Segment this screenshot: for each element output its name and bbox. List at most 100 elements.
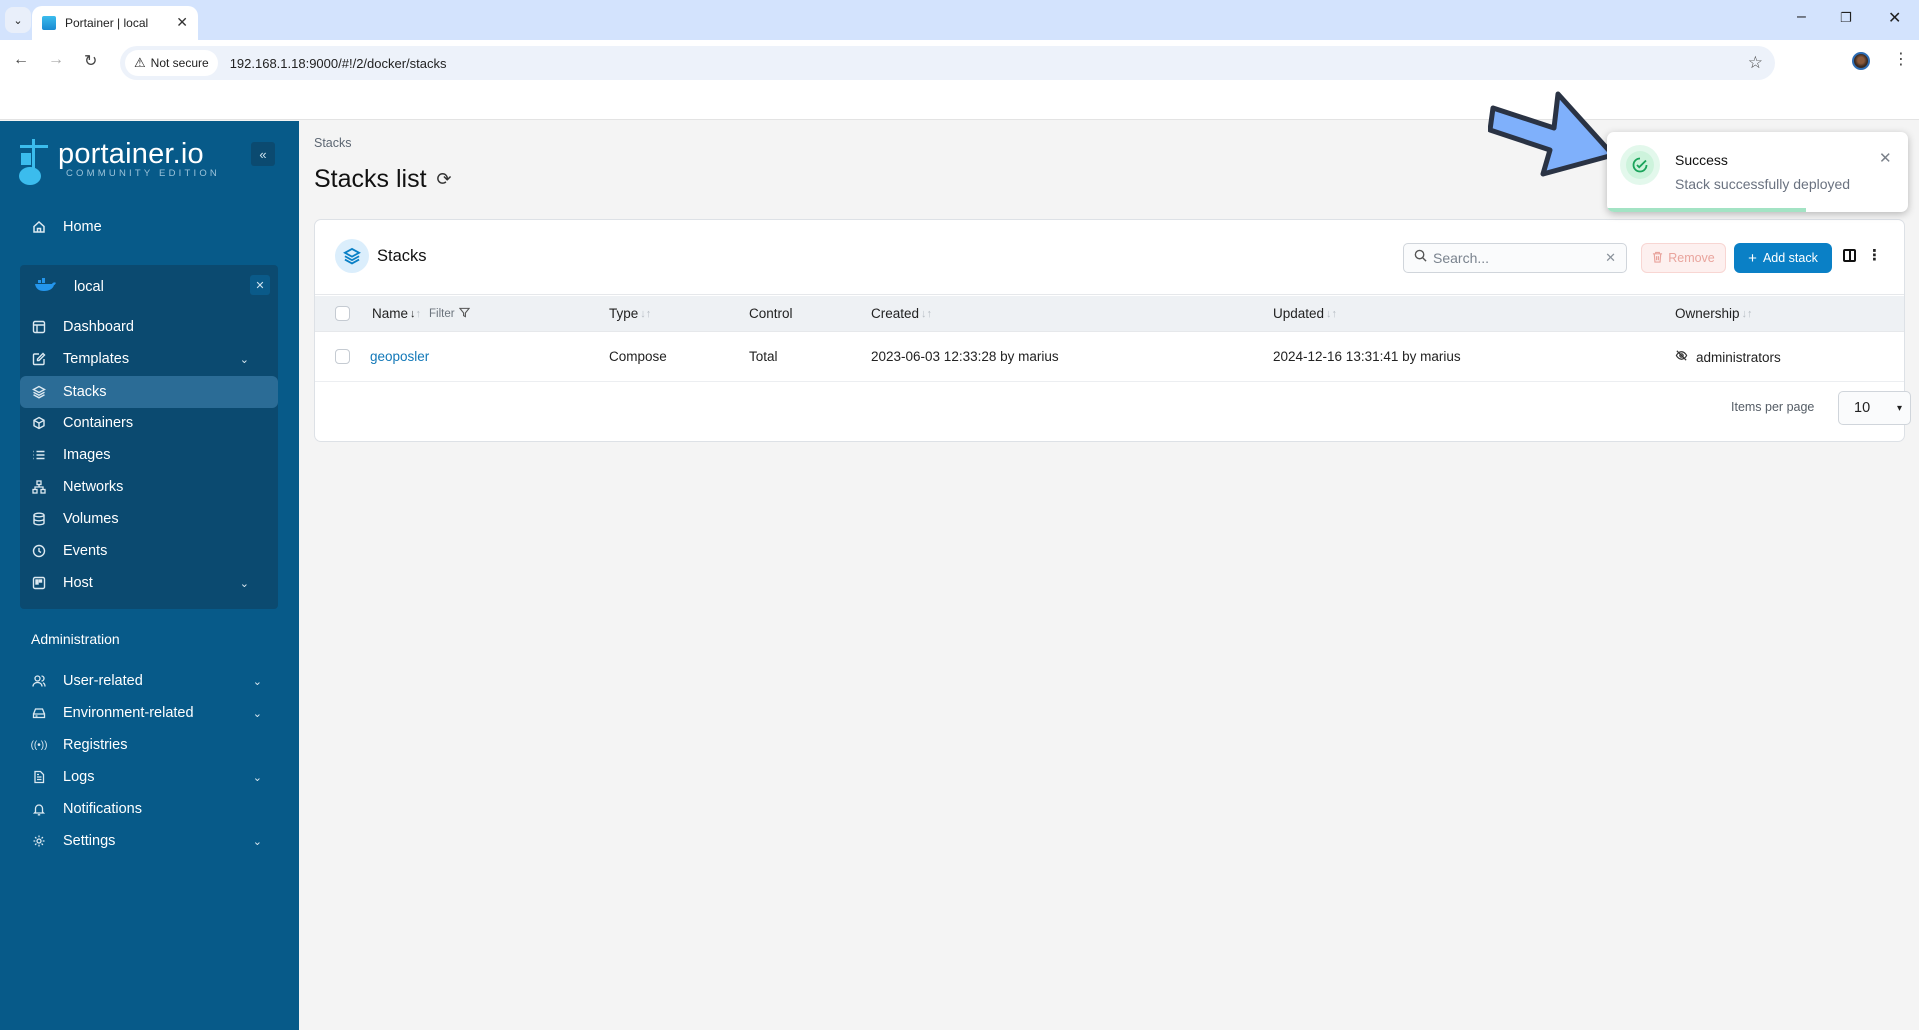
main-content: Stacks Stacks list ⟳ Stacks ✕ Remove + A… [299, 121, 1919, 1030]
stack-created: 2023-06-03 12:33:28 by marius [871, 349, 1059, 364]
sidebar-item-user-related[interactable]: User-related ⌄ [31, 666, 262, 696]
column-header-created[interactable]: Created ↓↑ [871, 306, 932, 321]
add-stack-button[interactable]: + Add stack [1734, 243, 1832, 273]
sidebar: portainer.io COMMUNITY EDITION « Home lo… [0, 121, 299, 1030]
sidebar-item-label: Environment-related [63, 705, 194, 721]
profile-avatar[interactable] [1852, 52, 1870, 70]
forward-icon[interactable]: → [48, 51, 64, 69]
back-icon[interactable]: ← [13, 51, 29, 69]
column-header-updated[interactable]: Updated ↓↑ [1273, 306, 1337, 321]
row-checkbox[interactable] [335, 349, 350, 364]
minimize-icon[interactable]: – [1797, 8, 1806, 26]
sidebar-item-volumes[interactable]: Volumes [31, 504, 257, 534]
window-close-icon[interactable]: ✕ [1888, 8, 1901, 28]
sidebar-item-stacks[interactable]: Stacks [20, 376, 278, 408]
toast-close-icon[interactable]: ✕ [1879, 149, 1892, 167]
clear-search-icon[interactable]: ✕ [1605, 250, 1616, 266]
sidebar-item-label: Host [63, 575, 93, 591]
column-header-type[interactable]: Type ↓↑ [609, 306, 651, 321]
reload-icon[interactable]: ↻ [84, 51, 97, 71]
bookmark-star-icon[interactable]: ☆ [1748, 53, 1763, 73]
docker-whale-icon [34, 278, 56, 296]
more-options-icon[interactable]: ⋮ [1867, 246, 1882, 264]
chevron-down-icon: ▾ [1896, 402, 1902, 414]
collapse-sidebar-button[interactable]: « [251, 142, 275, 166]
sidebar-item-containers[interactable]: Containers [31, 408, 257, 438]
sidebar-item-home[interactable]: Home [31, 212, 271, 242]
users-icon [31, 673, 47, 689]
stacks-table-card: Stacks ✕ Remove + Add stack ⋮ Name ↓↑ [314, 219, 1911, 442]
sidebar-item-notifications[interactable]: Notifications [31, 794, 262, 824]
edit-icon [31, 351, 47, 367]
portainer-logo[interactable]: portainer.io COMMUNITY EDITION [18, 139, 220, 187]
toast-message: Stack successfully deployed [1675, 176, 1851, 192]
success-check-icon [1620, 145, 1660, 185]
browser-tab[interactable]: Portainer | local ✕ [32, 6, 198, 40]
search-icon [1414, 249, 1427, 267]
remove-button[interactable]: Remove [1641, 243, 1726, 273]
sort-icon: ↓↑ [1741, 307, 1753, 320]
tab-close-icon[interactable]: ✕ [176, 14, 188, 31]
filter-button[interactable]: Filter [429, 307, 470, 321]
sidebar-item-label: Settings [63, 833, 116, 849]
filter-icon [458, 307, 470, 321]
sidebar-item-registries[interactable]: ((•)) Registries [31, 730, 262, 760]
environment-header[interactable]: local [34, 271, 104, 303]
browser-tab-bar: ⌄ Portainer | local ✕ – ❐ ✕ [0, 0, 1919, 40]
site-info-chip[interactable]: ⚠ Not secure [125, 50, 218, 76]
sidebar-item-label: Dashboard [63, 319, 134, 335]
portainer-favicon-icon [42, 16, 56, 30]
eye-off-icon [1675, 349, 1688, 365]
sort-icon: ↓↑ [410, 307, 422, 320]
column-label: Type [609, 306, 639, 321]
sidebar-item-dashboard[interactable]: Dashboard [31, 312, 257, 342]
column-header-ownership[interactable]: Ownership ↓↑ [1675, 306, 1753, 321]
items-per-page-select[interactable]: 10 ▾ [1838, 391, 1911, 425]
search-input[interactable] [1433, 250, 1593, 266]
column-header-name[interactable]: Name ↓↑ Filter [372, 306, 470, 321]
sidebar-item-label: Registries [63, 737, 128, 753]
browser-menu-icon[interactable]: ⋮ [1893, 49, 1909, 69]
sidebar-item-label: Home [63, 219, 102, 235]
sidebar-item-host[interactable]: Host ⌄ [31, 568, 257, 598]
sort-icon: ↓↑ [640, 307, 652, 320]
tab-title: Portainer | local [65, 16, 149, 30]
logo-name: portainer.io [58, 138, 204, 170]
file-text-icon [31, 769, 47, 785]
layers-icon [335, 239, 369, 273]
address-bar[interactable]: ⚠ Not secure 192.168.1.18:9000/#!/2/dock… [120, 46, 1775, 80]
portainer-crane-icon [18, 139, 50, 187]
tab-search-button[interactable]: ⌄ [5, 7, 31, 33]
url-text[interactable]: 192.168.1.18:9000/#!/2/docker/stacks [230, 56, 447, 71]
column-label: Created [871, 306, 920, 321]
column-label: Control [749, 306, 793, 321]
sidebar-item-settings[interactable]: Settings ⌄ [31, 826, 262, 856]
stack-ownership: administrators [1675, 349, 1781, 365]
items-per-page-value: 10 [1854, 400, 1871, 416]
network-icon [31, 479, 47, 495]
column-label: Updated [1273, 306, 1325, 321]
select-all-checkbox[interactable] [335, 306, 350, 321]
gear-icon [31, 833, 47, 849]
refresh-icon[interactable]: ⟳ [437, 169, 452, 190]
sidebar-item-templates[interactable]: Templates ⌄ [31, 344, 257, 374]
items-per-page-label: Items per page [1731, 400, 1815, 414]
sidebar-item-environment-related[interactable]: Environment-related ⌄ [31, 698, 262, 728]
remove-label: Remove [1668, 251, 1715, 265]
sidebar-item-images[interactable]: Images [31, 440, 257, 470]
columns-icon[interactable] [1843, 249, 1856, 262]
sidebar-item-label: User-related [63, 673, 143, 689]
sidebar-item-logs[interactable]: Logs ⌄ [31, 762, 262, 792]
logo-edition: COMMUNITY EDITION [66, 168, 220, 179]
search-field[interactable]: ✕ [1403, 243, 1627, 273]
stack-name-link[interactable]: geoposler [370, 349, 429, 364]
filter-label: Filter [429, 307, 455, 320]
sidebar-item-networks[interactable]: Networks [31, 472, 257, 502]
chevron-down-icon: ⌄ [252, 707, 262, 720]
close-environment-button[interactable]: ✕ [250, 275, 270, 295]
chevron-down-icon: ⌄ [252, 771, 262, 784]
column-label: Ownership [1675, 306, 1740, 321]
restore-icon[interactable]: ❐ [1840, 10, 1852, 26]
sidebar-item-events[interactable]: Events [31, 536, 257, 566]
sidebar-item-label: Networks [63, 479, 124, 495]
